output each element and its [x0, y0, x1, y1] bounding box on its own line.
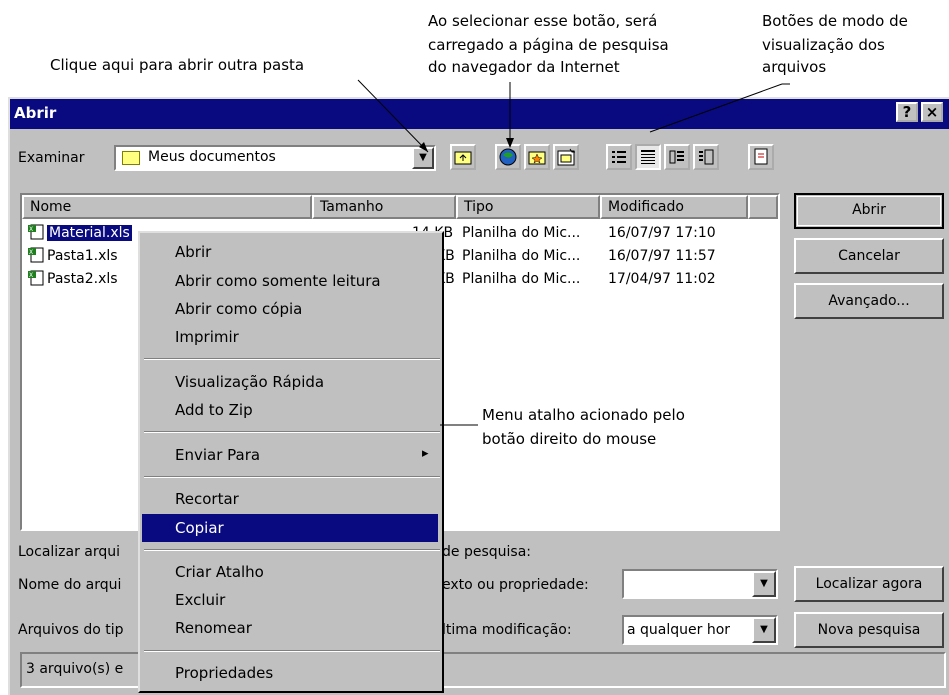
- annotation-leader-lines: [357, 79, 790, 426]
